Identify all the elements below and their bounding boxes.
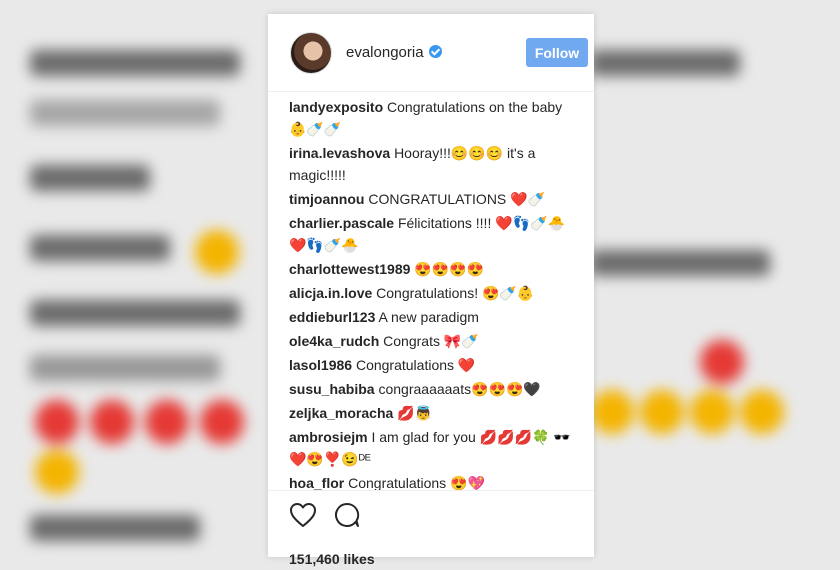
comment-user[interactable]: charlier.pascale [289, 215, 394, 231]
verified-badge-icon [428, 45, 442, 58]
comment-text: Congrats 🎀🍼 [383, 333, 479, 349]
comment-user[interactable]: timjoannou [289, 191, 364, 207]
list-item: susu_habiba congraaaaaats😍😍😍🖤 [289, 378, 576, 400]
list-item: alicja.in.love Congratulations! 😍🍼👶 [289, 282, 576, 304]
comment-bubble-icon[interactable] [333, 501, 361, 534]
list-item: ole4ka_rudch Congrats 🎀🍼 [289, 330, 576, 352]
comment-text: Congratulations ❤️ [355, 357, 476, 373]
list-item: ambrosiejm I am glad for you 💋💋💋🍀 🕶️❤️😍❣… [289, 426, 576, 470]
post-header: evalongoria Follow [268, 14, 594, 92]
comment-user[interactable]: charlottewest1989 [289, 261, 410, 277]
comment-text: 💋👼 [397, 405, 433, 421]
action-icons [289, 501, 573, 533]
comment-user[interactable]: zeljka_moracha [289, 405, 393, 421]
list-item: landyexposito Congratulations on the bab… [289, 96, 576, 140]
comments-list: landyexposito Congratulations on the bab… [268, 92, 594, 494]
list-item: timjoannou CONGRATULATIONS ❤️🍼 [289, 188, 576, 210]
instagram-post-card: evalongoria Follow landyexposito Congrat… [268, 14, 594, 567]
comment-user[interactable]: lasol1986 [289, 357, 352, 373]
username-text[interactable]: evalongoria [346, 44, 424, 61]
follow-button[interactable]: Follow [526, 38, 588, 67]
comment-user[interactable]: alicja.in.love [289, 285, 372, 301]
comment-user[interactable]: susu_habiba [289, 381, 375, 397]
comment-user[interactable]: ole4ka_rudch [289, 333, 379, 349]
list-item: charlottewest1989 😍😍😍😍 [289, 258, 576, 280]
username[interactable]: evalongoria [346, 44, 442, 61]
comment-user[interactable]: hoa_flor [289, 475, 344, 491]
heart-outline-icon[interactable] [289, 502, 317, 533]
comment-text: 😍😍😍😍 [414, 261, 485, 277]
comment-text: A new paradigm [378, 309, 479, 325]
comment-user[interactable]: ambrosiejm [289, 429, 368, 445]
likes-count[interactable]: 151,460 likes [289, 551, 573, 567]
list-item: charlier.pascale Félicitations !!!! ❤️👣🍼… [289, 212, 576, 256]
comment-text: Congratulations 😍💖 [348, 475, 485, 491]
list-item: eddieburl123 A new paradigm [289, 306, 576, 328]
list-item: irina.levashova Hooray!!!😊😊😊 it's a magi… [289, 142, 576, 186]
comment-text: Congratulations! 😍🍼👶 [376, 285, 535, 301]
avatar[interactable] [290, 31, 332, 74]
post-actions: 151,460 likes [268, 490, 594, 567]
comment-user[interactable]: irina.levashova [289, 145, 390, 161]
comment-text: CONGRATULATIONS ❤️🍼 [368, 191, 546, 207]
comment-user[interactable]: landyexposito [289, 99, 383, 115]
comment-user[interactable]: eddieburl123 [289, 309, 375, 325]
list-item: lasol1986 Congratulations ❤️ [289, 354, 576, 376]
list-item: zeljka_moracha 💋👼 [289, 402, 576, 424]
comment-text: congraaaaaats😍😍😍🖤 [378, 381, 541, 397]
